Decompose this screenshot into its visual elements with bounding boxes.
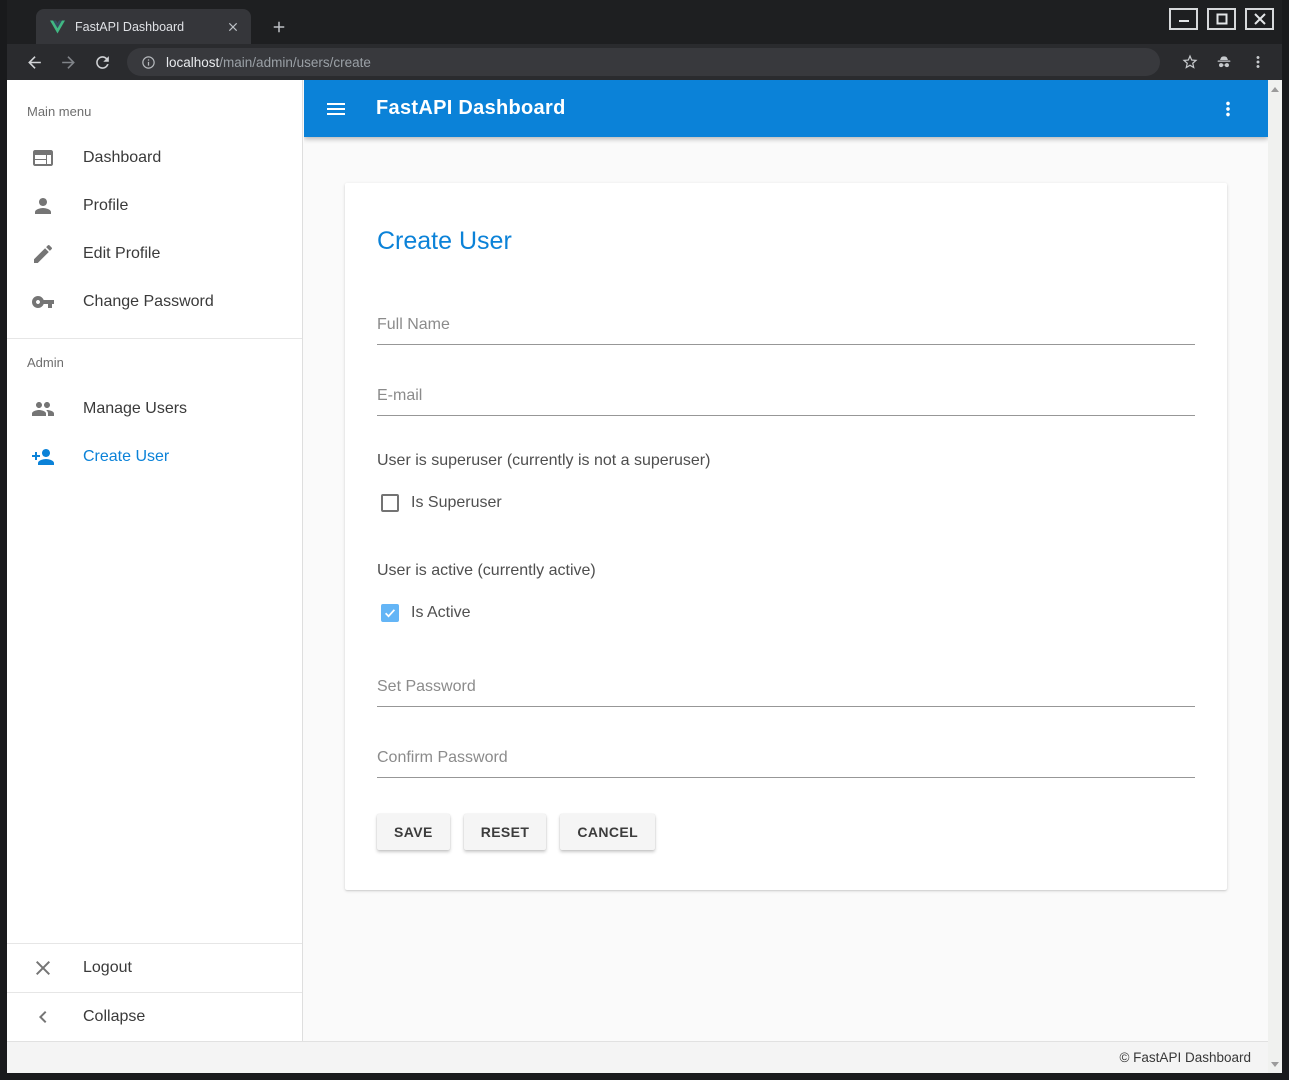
page-viewport: Main menu Dashboard Profile Edit Profile — [7, 80, 1282, 1073]
sidebar-item-label: Logout — [83, 959, 132, 977]
checkbox-label: Is Superuser — [411, 494, 502, 512]
sidebar-item-label: Dashboard — [83, 149, 161, 167]
sidebar-item-collapse[interactable]: Collapse — [7, 993, 302, 1041]
copyright-text: © FastAPI Dashboard — [1119, 1050, 1251, 1065]
sidebar-item-label: Profile — [83, 197, 128, 215]
sidebar-item-edit-profile[interactable]: Edit Profile — [7, 230, 302, 278]
close-x-icon — [31, 956, 55, 980]
checkbox-label: Is Active — [411, 604, 471, 622]
key-icon — [31, 290, 55, 314]
full-name-input[interactable] — [377, 310, 1195, 345]
back-icon[interactable] — [20, 48, 48, 76]
email-input[interactable] — [377, 381, 1195, 416]
person-add-icon — [31, 445, 55, 469]
confirm-password-field-wrap — [377, 743, 1195, 778]
appbar-menu-kebab-icon[interactable] — [1216, 97, 1240, 121]
tab-title: FastAPI Dashboard — [75, 20, 225, 34]
sidebar-divider — [7, 338, 302, 339]
is-active-checkbox-row[interactable]: Is Active — [381, 604, 1195, 622]
new-tab-button[interactable] — [265, 13, 293, 41]
incognito-icon — [1210, 48, 1238, 76]
bookmark-star-icon[interactable] — [1176, 48, 1204, 76]
sidebar-spacer — [7, 481, 302, 943]
sidebar-item-create-user[interactable]: Create User — [7, 433, 302, 481]
sidebar-header-admin: Admin — [7, 353, 302, 373]
vertical-scrollbar[interactable] — [1268, 80, 1282, 1073]
hamburger-menu-icon[interactable] — [324, 97, 348, 121]
sidebar-item-change-password[interactable]: Change Password — [7, 278, 302, 326]
checkbox-checked-icon[interactable] — [381, 604, 399, 622]
sidebar-item-label: Edit Profile — [83, 245, 160, 263]
browser-toolbar: localhost/main/admin/users/create — [7, 44, 1282, 80]
set-password-input[interactable] — [377, 672, 1195, 707]
window-maximize-button[interactable] — [1207, 8, 1236, 30]
page-footer: © FastAPI Dashboard — [7, 1041, 1268, 1073]
person-icon — [31, 194, 55, 218]
forward-icon[interactable] — [54, 48, 82, 76]
scrollbar-down-arrow-icon[interactable] — [1268, 1057, 1282, 1071]
sidebar-item-logout[interactable]: Logout — [7, 944, 302, 992]
is-superuser-checkbox-row[interactable]: Is Superuser — [381, 494, 1195, 512]
app-bar: FastAPI Dashboard — [304, 80, 1268, 137]
dashboard-web-icon — [31, 146, 55, 170]
tab-strip: FastAPI Dashboard — [7, 0, 1282, 44]
email-field-wrap — [377, 381, 1195, 416]
sidebar-item-label: Collapse — [83, 1008, 145, 1026]
confirm-password-input[interactable] — [377, 743, 1195, 778]
create-user-card: Create User User is superuser (currently… — [345, 183, 1227, 890]
pencil-icon — [31, 242, 55, 266]
sidebar-header-main-menu: Main menu — [7, 102, 302, 122]
people-icon — [31, 397, 55, 421]
sidebar-item-label: Create User — [83, 448, 169, 466]
reload-icon[interactable] — [88, 48, 116, 76]
page-title: Create User — [377, 227, 1195, 256]
checkbox-unchecked-icon[interactable] — [381, 494, 399, 512]
address-bar[interactable]: localhost/main/admin/users/create — [127, 48, 1160, 76]
url-text: localhost/main/admin/users/create — [166, 55, 371, 70]
active-hint: User is active (currently active) — [377, 562, 1195, 580]
set-password-field-wrap — [377, 672, 1195, 707]
window-minimize-button[interactable] — [1169, 8, 1198, 30]
browser-tab[interactable]: FastAPI Dashboard — [36, 9, 251, 44]
chevron-left-icon — [31, 1005, 55, 1029]
url-path: /main/admin/users/create — [219, 55, 371, 70]
spacer — [377, 650, 1195, 672]
superuser-hint: User is superuser (currently is not a su… — [377, 452, 1195, 470]
tab-close-icon[interactable] — [225, 19, 241, 35]
sidebar: Main menu Dashboard Profile Edit Profile — [7, 80, 303, 1041]
full-name-field-wrap — [377, 310, 1195, 345]
reset-button[interactable]: RESET — [464, 814, 547, 850]
spacer — [377, 540, 1195, 562]
save-button[interactable]: SAVE — [377, 814, 450, 850]
browser-window: FastAPI Dashboard — [0, 0, 1289, 1080]
browser-menu-kebab-icon[interactable] — [1244, 48, 1272, 76]
sidebar-item-manage-users[interactable]: Manage Users — [7, 385, 302, 433]
sidebar-item-label: Manage Users — [83, 400, 187, 418]
sidebar-item-label: Change Password — [83, 293, 214, 311]
form-actions: SAVE RESET CANCEL — [377, 814, 1195, 850]
scrollbar-up-arrow-icon[interactable] — [1268, 82, 1282, 96]
url-host: localhost — [166, 55, 219, 70]
sidebar-item-profile[interactable]: Profile — [7, 182, 302, 230]
sidebar-item-dashboard[interactable]: Dashboard — [7, 134, 302, 182]
info-icon[interactable] — [141, 55, 156, 70]
appbar-title: FastAPI Dashboard — [376, 97, 1216, 120]
vue-logo-icon — [50, 20, 65, 34]
window-close-button[interactable] — [1245, 8, 1274, 30]
main-content: FastAPI Dashboard Create User User is su… — [304, 80, 1268, 1041]
window-controls — [1169, 8, 1274, 30]
cancel-button[interactable]: CANCEL — [560, 814, 655, 850]
